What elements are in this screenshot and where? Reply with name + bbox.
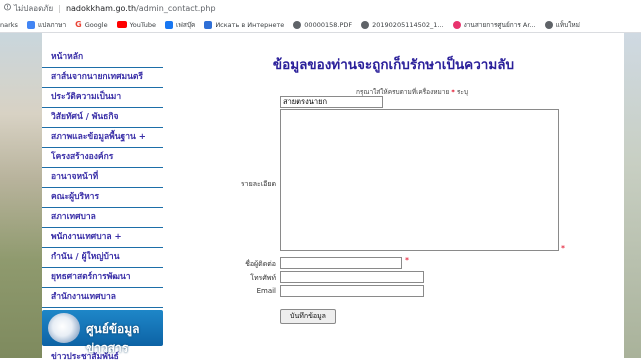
bookmark-label: งานสายการศูนย์การ Ar... bbox=[463, 20, 536, 29]
phone-input[interactable] bbox=[280, 271, 424, 283]
phone-label: โทรศัพท์ bbox=[250, 274, 276, 282]
bookmark-item[interactable]: แท็บใหม่ bbox=[544, 20, 580, 30]
sidebar-item-basic-info[interactable]: สภาพและข้อมูลพื้นฐาน + bbox=[42, 128, 163, 148]
save-button[interactable]: บันทึกข้อมูล bbox=[280, 309, 336, 324]
sidebar-item-strategy[interactable]: ยุทธศาสตร์การพัฒนา bbox=[42, 268, 163, 288]
required-note-text: กรุณาใส่ให้ครบตามที่เครื่องหมาย bbox=[356, 88, 450, 96]
url-separator: | bbox=[58, 3, 61, 13]
bookmark-item[interactable]: งานสายการศูนย์การ Ar... bbox=[452, 20, 536, 30]
translate-icon bbox=[26, 20, 35, 29]
bookmark-label: Искать в Интернете bbox=[215, 20, 285, 29]
required-star: * bbox=[451, 88, 455, 96]
url-host[interactable]: nadokkham.go.th bbox=[66, 4, 136, 13]
page-title: ข้อมูลของท่านจะถูกเก็บรักษาเป็นความลับ bbox=[272, 57, 515, 73]
subject-input[interactable] bbox=[280, 96, 383, 108]
web-page: หน้าหลัก สาส์นจากนายกเทศมนตรี ประวัติควา… bbox=[0, 33, 641, 362]
name-required-mark: * bbox=[405, 256, 409, 265]
info-center-banner[interactable]: ศูนย์ข้อมูลข่าวสาร bbox=[42, 310, 163, 355]
bookmark-label: แท็บใหม่ bbox=[555, 20, 580, 29]
sidebar-item-history[interactable]: ประวัติความเป็นมา bbox=[42, 88, 163, 108]
url-path[interactable]: /admin_contact.php bbox=[136, 4, 215, 13]
detail-label: รายละเอียด bbox=[240, 180, 276, 188]
bookmark-item[interactable]: YouTube bbox=[116, 20, 157, 29]
bookmark-item[interactable]: narks bbox=[0, 21, 18, 29]
bookmark-item[interactable]: G Google bbox=[75, 20, 108, 29]
search-web-icon bbox=[204, 20, 213, 29]
name-input[interactable] bbox=[280, 257, 402, 269]
google-icon: G bbox=[75, 20, 82, 29]
sidebar-item-structure[interactable]: โครงสร้างองค์กร bbox=[42, 148, 163, 168]
detail-textarea[interactable] bbox=[280, 109, 559, 251]
security-label[interactable]: ไม่ปลอดภัย bbox=[14, 2, 53, 15]
info-center-banner-text: ศูนย์ข้อมูลข่าวสาร bbox=[86, 322, 140, 355]
background-photo-right bbox=[624, 33, 641, 358]
bookmark-label: YouTube bbox=[129, 20, 157, 29]
bookmark-label: 00000158.PDF bbox=[304, 20, 353, 29]
required-note-suffix: ระบุ bbox=[456, 88, 468, 96]
detail-required-mark: * bbox=[561, 244, 565, 253]
sidebar-item-home[interactable]: หน้าหลัก bbox=[42, 48, 163, 68]
sidebar-item-office[interactable]: สำนักงานเทศบาล bbox=[42, 288, 163, 308]
globe-icon bbox=[544, 20, 553, 29]
address-bar[interactable]: ไม่ปลอดภัย | nadokkham.go.th/admin_conta… bbox=[0, 0, 641, 16]
sidebar-item-staff[interactable]: พนักงานเทศบาล + bbox=[42, 228, 163, 248]
name-label: ชื่อผู้ติดต่อ bbox=[245, 260, 276, 268]
bookmark-item[interactable]: 00000158.PDF bbox=[293, 20, 353, 29]
bookmark-label: Google bbox=[84, 20, 108, 29]
bookmark-label: narks bbox=[0, 20, 18, 29]
contact-form-area: ข้อมูลของท่านจะถูกเก็บรักษาเป็นความลับ ก… bbox=[163, 33, 624, 358]
background-photo-left bbox=[0, 33, 42, 358]
bookmark-item[interactable]: 20190205114502_1... bbox=[361, 20, 444, 29]
bookmarks-bar: narks แปลภาษา G Google YouTube เฟสบุ๊ค Ис… bbox=[0, 17, 641, 33]
sidebar-spacer bbox=[42, 33, 163, 48]
bookmark-item[interactable]: เฟสบุ๊ค bbox=[165, 20, 195, 30]
bookmark-label: 20190205114502_1... bbox=[372, 20, 444, 29]
sidebar-item-village-heads[interactable]: กํานัน / ผู้ใหญ่บ้าน bbox=[42, 248, 163, 268]
youtube-icon bbox=[116, 21, 127, 28]
bookmark-item[interactable]: Искать в Интернете bbox=[204, 20, 285, 29]
sidebar-item-authority[interactable]: อานาจหน้าที่ bbox=[42, 168, 163, 188]
email-label: Email bbox=[256, 287, 276, 295]
bookmark-item[interactable]: แปลภาษา bbox=[26, 20, 67, 30]
flower-icon bbox=[452, 20, 461, 29]
email-input[interactable] bbox=[280, 285, 424, 297]
info-center-logo-icon bbox=[48, 313, 80, 343]
bookmark-label: เฟสบุ๊ค bbox=[176, 20, 196, 29]
sidebar-item-executives[interactable]: คณะผู้บริหาร bbox=[42, 188, 163, 208]
not-secure-icon[interactable] bbox=[4, 3, 11, 13]
sidebar-item-vision[interactable]: วิสัยทัศน์ / พันธกิจ bbox=[42, 108, 163, 128]
bookmark-label: แปลภาษา bbox=[37, 20, 67, 29]
sidebar-item-mayor-message[interactable]: สาส์นจากนายกเทศมนตรี bbox=[42, 68, 163, 88]
globe-icon bbox=[361, 20, 370, 29]
sidebar-menu: หน้าหลัก สาส์นจากนายกเทศมนตรี ประวัติควา… bbox=[42, 33, 163, 362]
facebook-icon bbox=[165, 20, 174, 29]
globe-icon bbox=[293, 20, 302, 29]
sidebar-item-council[interactable]: สภาเทศบาล bbox=[42, 208, 163, 228]
